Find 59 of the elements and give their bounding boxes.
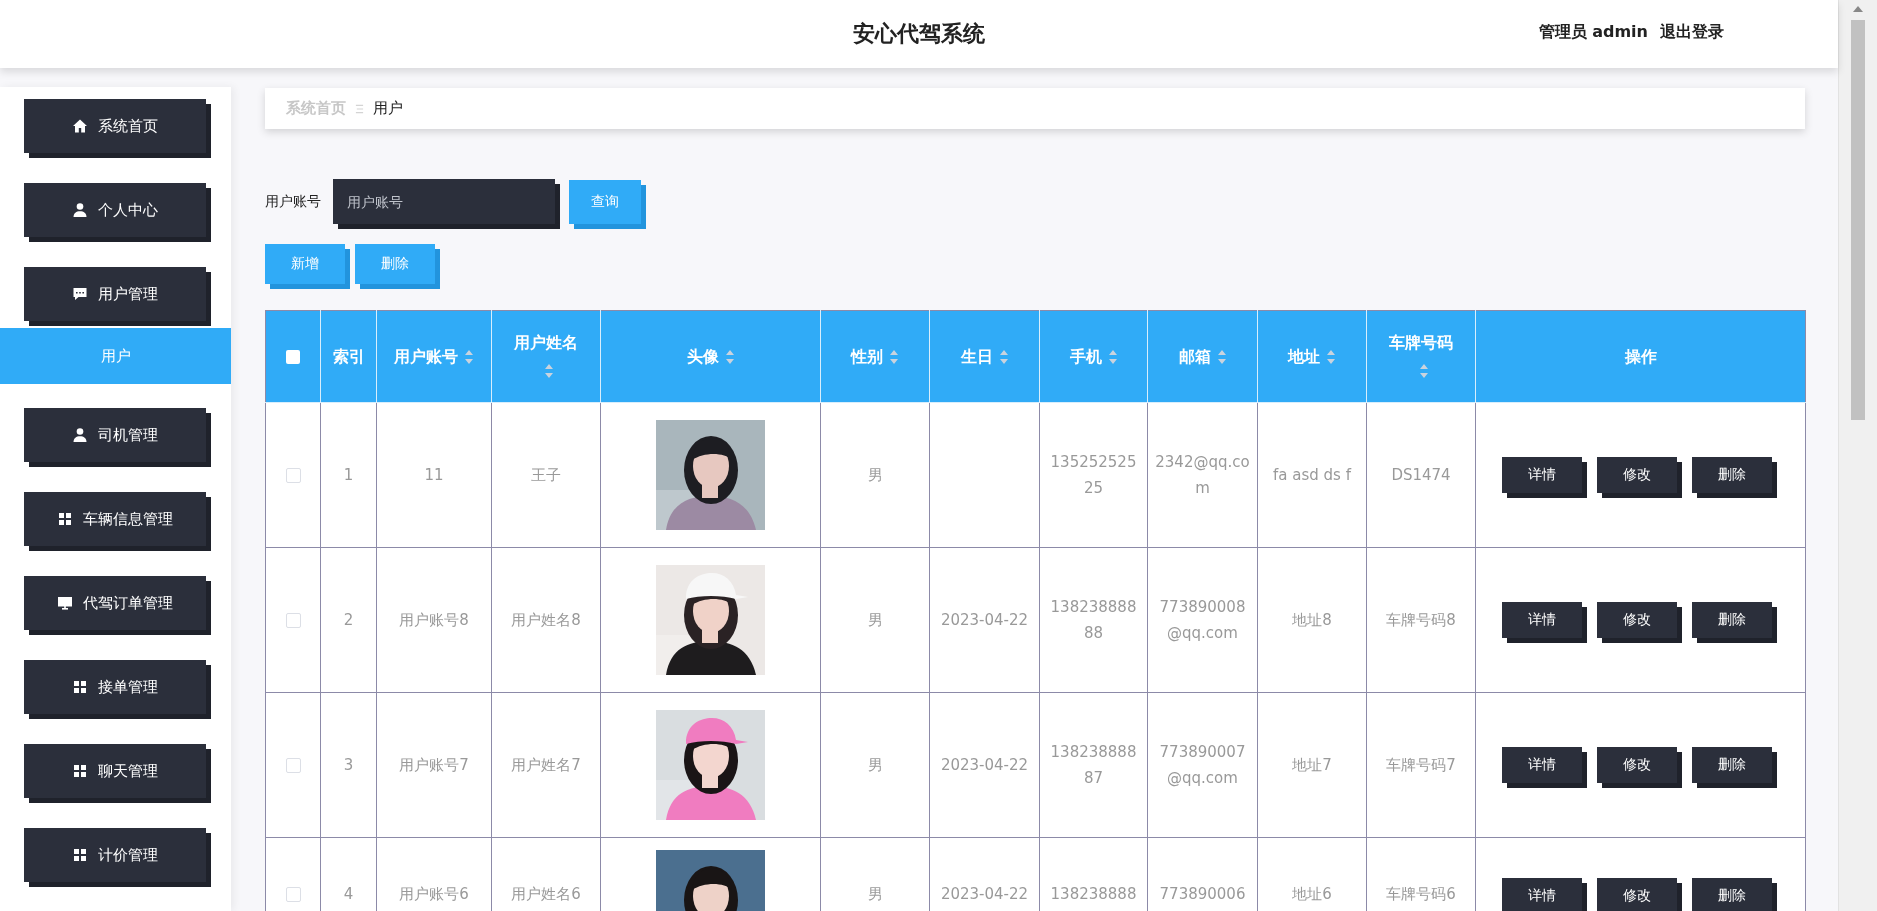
admin-label: 管理员 admin xyxy=(1538,22,1648,43)
table-cell: 男 xyxy=(820,547,930,693)
table-cell: 地址8 xyxy=(1257,547,1367,693)
scrollbar[interactable] xyxy=(1838,0,1877,911)
sort-icon[interactable] xyxy=(1216,349,1227,365)
sort-icon[interactable] xyxy=(1326,349,1336,365)
table-cell: 13823888888 xyxy=(1039,547,1148,693)
logout-link[interactable]: 退出登录 xyxy=(1660,22,1724,43)
table-cell: 1 xyxy=(320,402,377,548)
table-cell: 13823888887 xyxy=(1039,692,1148,838)
search-label: 用户账号 xyxy=(265,192,321,211)
grid-icon xyxy=(72,763,88,779)
table-cell: 773890008@qq.com xyxy=(1147,547,1258,693)
select-all-checkbox[interactable] xyxy=(286,350,300,364)
table-cell: 车牌号码8 xyxy=(1366,547,1476,693)
sort-icon[interactable] xyxy=(1419,363,1429,379)
sort-icon[interactable] xyxy=(889,349,899,365)
chat-icon xyxy=(72,286,88,302)
separator-icon xyxy=(355,102,364,115)
table-cell: 2342@qq.com xyxy=(1147,402,1258,548)
sort-icon[interactable] xyxy=(998,349,1009,365)
table-cell: 地址7 xyxy=(1257,692,1367,838)
app-title: 安心代驾系统 xyxy=(853,20,985,48)
search-field[interactable]: 用户账号 xyxy=(333,179,555,224)
sort-icon[interactable] xyxy=(464,349,474,365)
sort-icon[interactable] xyxy=(724,349,735,365)
sort-icon[interactable] xyxy=(1107,349,1118,365)
table-cell: 用户账号7 xyxy=(376,692,492,838)
table-cell: 车牌号码7 xyxy=(1366,692,1476,838)
row-checkbox[interactable] xyxy=(285,468,301,483)
grid-icon xyxy=(72,679,88,695)
table-cell: 13525252525 xyxy=(1039,402,1148,548)
grid-icon xyxy=(57,511,73,527)
table-cell: 用户账号8 xyxy=(376,547,492,693)
table-cell: 男 xyxy=(820,402,930,548)
table-cell: 用户姓名8 xyxy=(491,547,601,693)
table-cell: 11 xyxy=(376,402,492,548)
table-cell: fa asd ds f xyxy=(1257,402,1367,548)
table-cell: 用户姓名7 xyxy=(491,692,601,838)
sort-icon[interactable] xyxy=(544,363,554,379)
row-checkbox[interactable] xyxy=(285,758,301,773)
scroll-up-icon[interactable] xyxy=(1853,6,1863,12)
table-cell: DS1474 xyxy=(1366,402,1476,548)
person-icon xyxy=(72,427,88,443)
grid-icon xyxy=(72,847,88,863)
table-cell: 2 xyxy=(320,547,377,693)
home-icon xyxy=(72,118,88,134)
row-checkbox[interactable] xyxy=(285,613,301,628)
monitor-icon xyxy=(57,595,73,611)
table-cell: 3 xyxy=(320,692,377,838)
breadcrumb-link[interactable]: 用户 xyxy=(373,99,403,118)
table-cell: 2023-04-22 xyxy=(929,547,1040,693)
table-cell: 2023-04-22 xyxy=(929,692,1040,838)
table-cell: 王子 xyxy=(491,402,601,548)
table-cell: 773890007@qq.com xyxy=(1147,692,1258,838)
scrollbar-thumb[interactable] xyxy=(1851,20,1865,420)
person-icon xyxy=(72,202,88,218)
row-checkbox[interactable] xyxy=(285,887,301,902)
table-cell: 男 xyxy=(820,692,930,838)
